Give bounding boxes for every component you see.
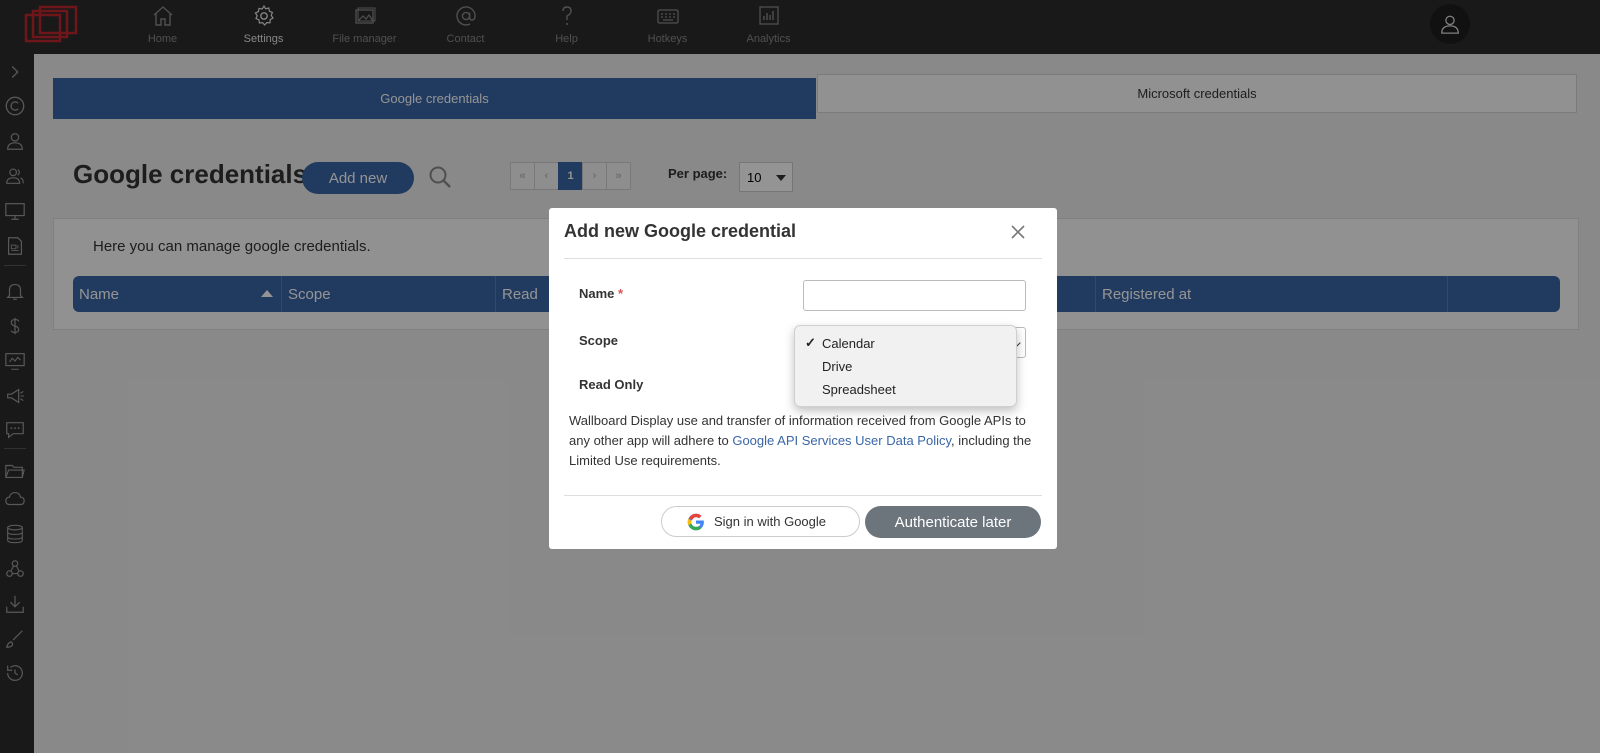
modal-divider bbox=[564, 258, 1042, 259]
sign-in-with-google-button[interactable]: Sign in with Google bbox=[661, 506, 860, 537]
sign-in-label: Sign in with Google bbox=[714, 514, 827, 529]
name-label-text: Name bbox=[579, 286, 615, 301]
add-credential-modal: Add new Google credential Name * Scope R… bbox=[549, 208, 1057, 549]
scope-option-spreadsheet[interactable]: Spreadsheet bbox=[795, 378, 1016, 401]
required-marker: * bbox=[618, 286, 624, 301]
checkmark-icon: ✓ bbox=[805, 335, 816, 350]
close-icon[interactable] bbox=[1010, 224, 1026, 240]
name-input[interactable] bbox=[803, 280, 1026, 311]
read-only-label: Read Only bbox=[579, 377, 644, 392]
policy-link[interactable]: Google API Services User Data Policy bbox=[732, 433, 951, 448]
scope-dropdown-menu: ✓ Calendar Drive Spreadsheet bbox=[794, 325, 1017, 407]
scope-option-label: Drive bbox=[822, 359, 853, 374]
scope-option-drive[interactable]: Drive bbox=[795, 355, 1016, 378]
scope-option-calendar[interactable]: ✓ Calendar bbox=[795, 332, 1016, 355]
google-logo-icon bbox=[687, 513, 704, 530]
name-label: Name * bbox=[579, 286, 623, 301]
policy-text: Wallboard Display use and transfer of in… bbox=[569, 411, 1039, 471]
scope-option-label: Spreadsheet bbox=[822, 382, 896, 397]
scope-option-label: Calendar bbox=[822, 336, 875, 351]
modal-title: Add new Google credential bbox=[564, 221, 797, 241]
scope-label: Scope bbox=[579, 333, 619, 348]
authenticate-later-button[interactable]: Authenticate later bbox=[865, 506, 1041, 538]
modal-divider bbox=[564, 495, 1042, 496]
